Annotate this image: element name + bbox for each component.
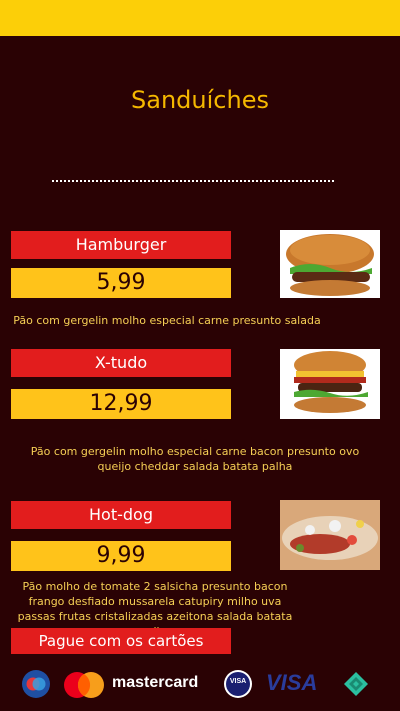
payment-banner: Pague com os cartões <box>11 628 231 654</box>
payment-logos: mastercard VISA VISA <box>0 668 400 704</box>
page-title: Sanduíches <box>131 86 269 114</box>
item-name-x-tudo: X-tudo <box>11 349 231 377</box>
x-tudo-image <box>280 349 380 419</box>
mastercard-logo-icon <box>62 670 106 704</box>
visa-logo-icon: VISA <box>266 670 318 695</box>
top-bar <box>0 0 400 36</box>
item-price-x-tudo: 12,99 <box>11 389 231 419</box>
maestro-icon <box>22 670 50 702</box>
diamond-logo-icon <box>344 672 368 700</box>
hamburger-image <box>280 230 380 298</box>
visa-badge-icon <box>224 670 252 702</box>
hot-dog-image <box>280 500 380 570</box>
item-description-hamburger: Pão com gergelin molho especial carne pr… <box>13 314 321 327</box>
item-name-hamburger: Hamburger <box>11 231 231 259</box>
item-description-x-tudo: Pão com gergelin molho especial carne ba… <box>30 445 360 473</box>
visa-badge-text: VISA <box>229 678 247 685</box>
item-price-hot-dog: 9,99 <box>11 541 231 571</box>
dotted-divider <box>52 180 334 182</box>
mastercard-text: mastercard <box>112 674 199 691</box>
item-name-hot-dog: Hot-dog <box>11 501 231 529</box>
item-price-hamburger: 5,99 <box>11 268 231 298</box>
